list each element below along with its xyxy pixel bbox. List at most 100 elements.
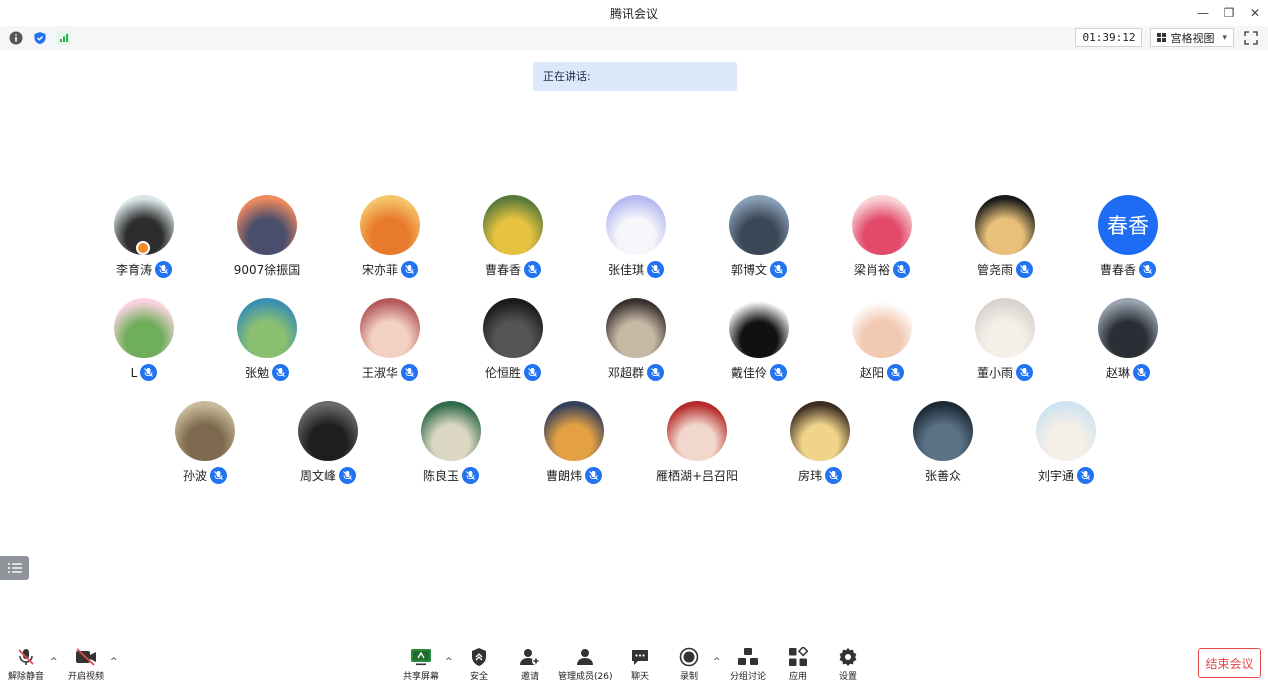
start-video-button[interactable]: 开启视频: [68, 646, 104, 682]
participant-tile[interactable]: 张勉: [212, 298, 322, 388]
invite-button[interactable]: 邀请: [519, 646, 541, 682]
mic-muted-icon: [401, 364, 418, 381]
participant-tile[interactable]: 管尧雨: [950, 195, 1060, 285]
mic-muted-icon: [1016, 364, 1033, 381]
participant-tile[interactable]: 房玮: [765, 401, 875, 491]
signal-icon[interactable]: [55, 29, 73, 47]
share-screen-button[interactable]: 共享屏幕: [403, 646, 439, 682]
record-button[interactable]: 录制: [679, 646, 699, 682]
participant-name: 戴佳伶: [730, 366, 767, 380]
avatar: [790, 401, 850, 461]
participant-tile[interactable]: 曹春香: [458, 195, 568, 285]
participant-tile[interactable]: 赵阳: [827, 298, 937, 388]
participant-tile[interactable]: 张佳琪: [581, 195, 691, 285]
security-button[interactable]: 安全: [470, 646, 488, 682]
participant-name-row: 董小雨: [950, 364, 1060, 381]
participant-tile[interactable]: 王淑华: [335, 298, 445, 388]
participant-tile[interactable]: 董小雨: [950, 298, 1060, 388]
participant-tile[interactable]: 戴佳伶: [704, 298, 814, 388]
chat-button[interactable]: 聊天: [630, 646, 650, 682]
shield-icon[interactable]: [31, 29, 49, 47]
avatar: [114, 298, 174, 358]
unmute-button[interactable]: 解除静音: [8, 646, 44, 682]
avatar: [1036, 401, 1096, 461]
participant-name-row: 周文峰: [273, 467, 383, 484]
mic-muted-icon: [647, 364, 664, 381]
chat-label: 聊天: [630, 672, 649, 682]
share-options-caret[interactable]: ^: [445, 657, 453, 667]
participant-name-row: 9007徐振国: [212, 261, 322, 278]
avatar: [667, 401, 727, 461]
start-video-label: 开启视频: [68, 672, 105, 682]
participant-tile[interactable]: 赵琳: [1073, 298, 1183, 388]
mic-muted-icon: [1077, 467, 1094, 484]
security-label: 安全: [470, 672, 489, 682]
participant-name-row: 李育涛: [89, 261, 199, 278]
participant-name: 雁栖湖+吕召阳: [655, 469, 739, 483]
add-user-icon: [519, 646, 541, 667]
participant-name: 陈良玉: [422, 469, 459, 483]
participant-tile[interactable]: 周文峰: [273, 401, 383, 491]
avatar: [237, 195, 297, 255]
participant-name-row: 陈良玉: [396, 467, 506, 484]
settings-button[interactable]: 设置: [838, 646, 858, 682]
mic-muted-icon: [887, 364, 904, 381]
manage-members-button[interactable]: 管理成员(26): [558, 646, 612, 682]
participant-name: 张佳琪: [607, 263, 644, 277]
end-meeting-button[interactable]: 结束会议: [1198, 648, 1261, 678]
window-title: 腾讯会议: [609, 6, 658, 21]
video-options-caret[interactable]: ^: [110, 657, 118, 667]
participant-tile[interactable]: 伦恒胜: [458, 298, 568, 388]
info-bar: 01:39:12 宫格视图 ▾: [0, 26, 1268, 50]
participant-tile[interactable]: 孙波: [150, 401, 260, 491]
host-badge-icon: [136, 241, 150, 255]
breakout-button[interactable]: 分组讨论: [730, 646, 766, 682]
participant-list-toggle[interactable]: [0, 556, 29, 580]
participant-name: 曹春香: [1099, 263, 1136, 277]
participant-tile[interactable]: 郭博文: [704, 195, 814, 285]
participant-tile[interactable]: 曹朗炜: [519, 401, 629, 491]
participant-tile[interactable]: 李育涛: [89, 195, 199, 285]
participant-tile[interactable]: 宋亦菲: [335, 195, 445, 285]
restore-button[interactable]: ❐: [1216, 0, 1242, 26]
participant-name-row: 赵琳: [1073, 364, 1183, 381]
participant-tile[interactable]: 梁肖裕: [827, 195, 937, 285]
record-options-caret[interactable]: ^: [713, 657, 721, 667]
members-icon: [575, 646, 595, 667]
participant-tile[interactable]: L: [89, 298, 199, 388]
window-controls: — ❐ ✕: [1190, 0, 1268, 26]
participant-tile[interactable]: 邓超群: [581, 298, 691, 388]
participant-name: 宋亦菲: [361, 263, 398, 277]
grid-view-icon: [1157, 33, 1167, 42]
participant-name-row: L: [89, 364, 199, 381]
participant-tile[interactable]: 陈良玉: [396, 401, 506, 491]
mic-muted-icon: [339, 467, 356, 484]
minimize-button[interactable]: —: [1190, 0, 1216, 26]
chevron-down-icon: ▾: [1222, 32, 1227, 43]
participant-name-row: 张勉: [212, 364, 322, 381]
close-button[interactable]: ✕: [1242, 0, 1268, 26]
participant-tile[interactable]: 张善众: [888, 401, 998, 491]
avatar: [975, 195, 1035, 255]
mic-muted-icon: [462, 467, 479, 484]
audio-options-caret[interactable]: ^: [50, 657, 58, 667]
participant-name-row: 戴佳伶: [704, 364, 814, 381]
participant-tile[interactable]: 9007徐振国: [212, 195, 322, 285]
participant-tile[interactable]: 春香 曹春香: [1073, 195, 1183, 285]
participant-name-row: 雁栖湖+吕召阳: [642, 467, 752, 484]
chat-icon: [630, 646, 650, 667]
participant-tile[interactable]: 刘宇通: [1011, 401, 1121, 491]
view-mode-button[interactable]: 宫格视图 ▾: [1150, 28, 1234, 47]
info-icon[interactable]: [7, 29, 25, 47]
settings-label: 设置: [838, 672, 857, 682]
avatar: [606, 298, 666, 358]
participant-tile[interactable]: 雁栖湖+吕召阳: [642, 401, 752, 491]
avatar: [237, 298, 297, 358]
participant-name-row: 邓超群: [581, 364, 691, 381]
mic-muted-icon: [155, 261, 172, 278]
apps-label: 应用: [788, 672, 807, 682]
avatar: [852, 298, 912, 358]
breakout-rooms-icon: [737, 646, 759, 667]
apps-button[interactable]: 应用: [788, 646, 808, 682]
fullscreen-button[interactable]: [1242, 29, 1260, 47]
